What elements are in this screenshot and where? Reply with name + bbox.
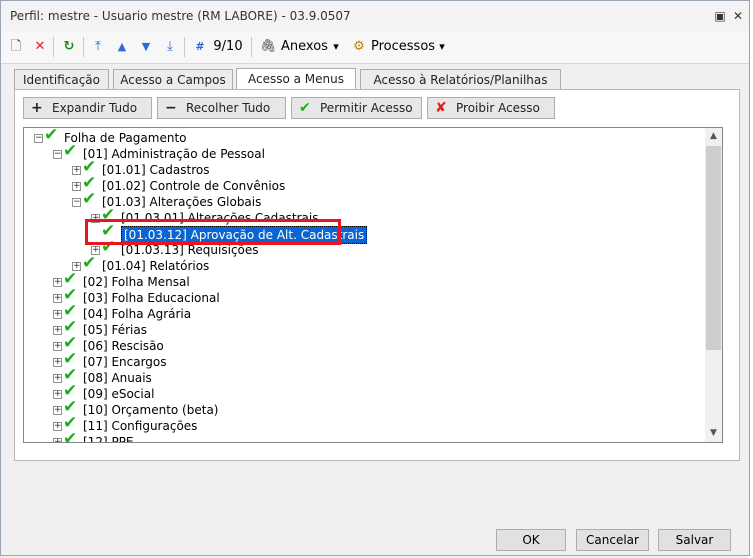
expand-icon[interactable]: + xyxy=(53,422,62,431)
tree-node-label: [08] Anuais xyxy=(83,371,152,385)
allow-access-label: Permitir Acesso xyxy=(320,101,413,115)
attachments-menu[interactable]: Anexos xyxy=(281,37,328,57)
tree-node-label: [02] Folha Mensal xyxy=(83,275,190,289)
processes-icon[interactable]: ⚙ xyxy=(350,37,368,57)
cross-icon: ✘ xyxy=(435,100,447,116)
pin-icon[interactable]: ▣ xyxy=(713,9,727,23)
tree-node-label: [01.01] Cadastros xyxy=(102,163,210,177)
collapse-icon[interactable]: − xyxy=(72,198,81,207)
ok-button[interactable]: OK xyxy=(496,529,566,551)
close-icon[interactable]: ✕ xyxy=(731,9,745,23)
tree-node-label: [06] Rescisão xyxy=(83,339,164,353)
toolbar-separator xyxy=(53,37,54,57)
deny-access-button[interactable]: ✘ Proibir Acesso xyxy=(427,97,555,119)
highlight-box xyxy=(85,219,341,245)
plus-icon: + xyxy=(31,100,43,116)
tree-node-label: [01.02] Controle de Convênios xyxy=(102,179,286,193)
expand-icon[interactable]: + xyxy=(53,294,62,303)
profile-dialog: Perfil: mestre - Usuario mestre (RM LABO… xyxy=(0,0,750,556)
expand-icon[interactable]: + xyxy=(53,342,62,351)
expand-icon[interactable]: + xyxy=(53,438,62,442)
check-icon: ✔ xyxy=(299,100,311,116)
access-granted-icon: ✔ xyxy=(82,189,97,209)
previous-record-icon[interactable]: ▲ xyxy=(113,37,131,57)
access-granted-icon: ✔ xyxy=(63,429,78,443)
tree-node-label: [01.04] Relatórios xyxy=(102,259,210,273)
menu-access-tree[interactable]: − ✔ Folha de Pagamento − ✔ [01] Administração… xyxy=(23,127,723,443)
scroll-up-icon[interactable]: ▲ xyxy=(705,128,722,145)
tree-node-label: [04] Folha Agrária xyxy=(83,307,192,321)
delete-icon[interactable]: ✕ xyxy=(31,37,49,57)
collapse-icon[interactable]: − xyxy=(53,150,62,159)
scroll-down-icon[interactable]: ▼ xyxy=(705,425,722,442)
cancel-button[interactable]: Cancelar xyxy=(576,529,649,551)
expand-icon[interactable]: + xyxy=(72,182,81,191)
tab-acesso-campos[interactable]: Acesso a Campos xyxy=(113,69,233,89)
tree-node-label: [03] Folha Educacional xyxy=(83,291,220,305)
save-button[interactable]: Salvar xyxy=(658,529,731,551)
tree-node-label: [07] Encargos xyxy=(83,355,167,369)
tree-node-label: [12] PPE xyxy=(83,435,134,443)
access-granted-icon: ✔ xyxy=(82,253,97,273)
expand-all-button[interactable]: + Expandir Tudo xyxy=(23,97,152,119)
minus-icon: − xyxy=(165,100,177,116)
attachments-icon[interactable]: 🖇 xyxy=(259,37,277,57)
collapse-all-button[interactable]: − Recolher Tudo xyxy=(157,97,286,119)
tab-acesso-relatorios[interactable]: Acesso à Relatórios/Planilhas xyxy=(360,69,561,89)
toolbar-separator xyxy=(251,37,252,57)
processes-dropdown-icon[interactable]: ▾ xyxy=(436,37,448,57)
access-granted-icon: ✔ xyxy=(63,141,78,161)
tree-node-label: [01] Administração de Pessoal xyxy=(83,147,265,161)
expand-icon[interactable]: + xyxy=(72,166,81,175)
window-title: Perfil: mestre - Usuario mestre (RM LABO… xyxy=(10,9,351,23)
last-record-icon[interactable]: ⤓ xyxy=(161,37,179,57)
scrollbar-thumb[interactable] xyxy=(706,146,721,350)
expand-icon[interactable]: + xyxy=(53,390,62,399)
first-record-icon[interactable]: ⤒ xyxy=(89,37,107,57)
tab-acesso-menus[interactable]: Acesso a Menus xyxy=(236,68,356,90)
record-counter-icon: # xyxy=(195,40,205,53)
collapse-all-label: Recolher Tudo xyxy=(186,101,271,115)
next-record-icon[interactable]: ▼ xyxy=(137,37,155,57)
allow-access-button[interactable]: ✔ Permitir Acesso xyxy=(291,97,422,119)
new-icon[interactable]: 🗋 xyxy=(7,37,25,57)
tree-node-label: [09] eSocial xyxy=(83,387,155,401)
tree-node-label: [05] Férias xyxy=(83,323,147,337)
dialog-footer: OK Cancelar Salvar xyxy=(1,523,749,555)
attachments-dropdown-icon[interactable]: ▾ xyxy=(330,37,342,57)
access-granted-icon: ✔ xyxy=(44,127,59,145)
collapse-icon[interactable]: − xyxy=(34,134,43,143)
tree-scrollbar[interactable]: ▲ ▼ xyxy=(705,128,722,442)
expand-icon[interactable]: + xyxy=(53,374,62,383)
title-bar: Perfil: mestre - Usuario mestre (RM LABO… xyxy=(1,1,749,32)
tree-node-label: [01.03] Alterações Globais xyxy=(102,195,262,209)
tree-node-label: [11] Configurações xyxy=(83,419,198,433)
toolbar-separator xyxy=(83,37,84,57)
toolbar-separator xyxy=(184,37,185,57)
tab-identificacao[interactable]: Identificação xyxy=(14,69,109,89)
expand-icon[interactable]: + xyxy=(53,278,62,287)
expand-icon[interactable]: + xyxy=(53,406,62,415)
deny-access-label: Proibir Acesso xyxy=(456,101,540,115)
tree-node-label: [10] Orçamento (beta) xyxy=(83,403,219,417)
expand-icon[interactable]: + xyxy=(53,310,62,319)
expand-icon[interactable]: + xyxy=(53,326,62,335)
toolbar: 🗋 ✕ ↻ ⤒ ▲ ▼ ⤓ # 9/10 🖇 Anexos ▾ ⚙ Proces… xyxy=(1,31,749,64)
expand-icon[interactable]: + xyxy=(53,358,62,367)
expand-all-label: Expandir Tudo xyxy=(52,101,138,115)
tree-node-label: Folha de Pagamento xyxy=(64,131,187,145)
refresh-icon[interactable]: ↻ xyxy=(59,37,79,57)
processes-menu[interactable]: Processos xyxy=(371,37,435,57)
record-counter: 9/10 xyxy=(213,39,243,54)
